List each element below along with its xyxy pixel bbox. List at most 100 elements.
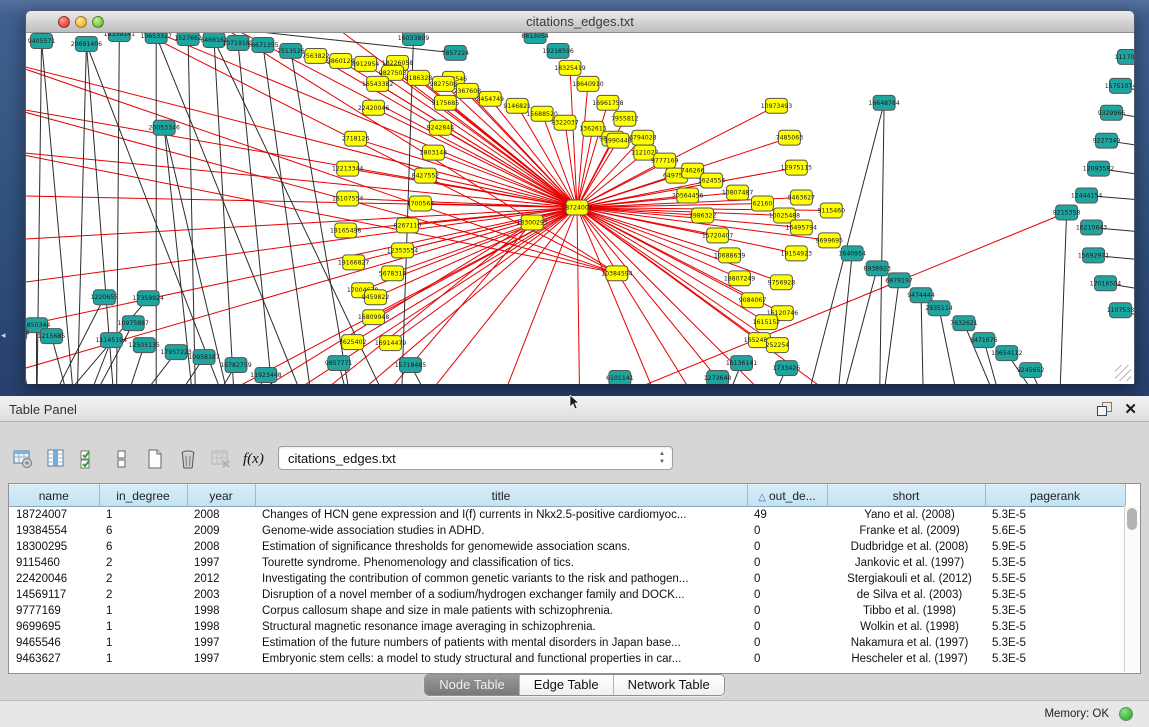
graph-node[interactable]: 15720407 (702, 228, 733, 243)
graph-node[interactable]: 10958187 (188, 350, 219, 365)
table-scrollbar-thumb[interactable] (1127, 508, 1137, 530)
graph-node[interactable]: 1640954 (838, 246, 866, 261)
graph-node[interactable]: 9459822 (362, 290, 390, 305)
graph-node[interactable]: 2718126 (342, 131, 370, 146)
float-panel-icon[interactable] (1097, 402, 1111, 415)
deselect-rows-icon[interactable] (109, 446, 135, 472)
graph-node[interactable]: 1215685 (38, 329, 66, 344)
tab-network-table[interactable]: Network Table (613, 675, 724, 695)
graph-node[interactable]: 6794028 (629, 130, 657, 145)
column-header-name[interactable]: name (9, 485, 99, 507)
delete-trash-icon[interactable] (175, 446, 201, 472)
graph-node[interactable]: 18325419 (554, 60, 585, 75)
tab-edge-table[interactable]: Edge Table (519, 675, 613, 695)
table-row[interactable]: 1830029562008Estimation of significance … (9, 539, 1125, 555)
table-row[interactable]: 1938455462009Genome-wide association stu… (9, 523, 1125, 539)
column-header-in_degree[interactable]: in_degree (99, 485, 187, 507)
graph-node[interactable]: 9756928 (768, 275, 796, 290)
graph-hub-node[interactable]: 18724007 (561, 200, 592, 215)
graph-node[interactable]: 1700564 (407, 196, 435, 211)
graph-node[interactable]: 12353554 (387, 243, 418, 258)
graph-node[interactable]: 10973493 (761, 98, 792, 113)
network-window-titlebar[interactable]: citations_edges.txt (26, 11, 1134, 33)
table-row[interactable]: 2242004622012Investigating the contribut… (9, 571, 1125, 587)
graph-node[interactable]: 252254 (766, 338, 790, 353)
graph-node[interactable]: 8322037 (551, 115, 579, 130)
graph-node[interactable]: 1117032 (1115, 49, 1134, 64)
graph-node[interactable]: 1107533 (1107, 303, 1134, 318)
graph-node[interactable]: 9860124 (327, 53, 355, 68)
graph-node[interactable]: 16809948 (358, 310, 389, 325)
table-row[interactable]: 946554611997Estimation of the future num… (9, 635, 1125, 651)
graph-node[interactable]: 2935114 (925, 301, 953, 316)
graph-node[interactable]: 17016504 (1090, 276, 1121, 291)
graph-node[interactable]: 15751074 (1105, 78, 1134, 93)
graph-node[interactable]: 18339141 (104, 33, 135, 41)
table-row[interactable]: 1872400712008Changes of HCN gene express… (9, 507, 1125, 524)
graph-node[interactable]: 1624554 (698, 173, 726, 188)
graph-node[interactable]: 20564456 (672, 188, 703, 203)
column-header-short[interactable]: short (827, 485, 985, 507)
select-all-rows-icon[interactable] (76, 446, 102, 472)
table-row[interactable]: 911546021997Tourette syndrome. Phenomeno… (9, 555, 1125, 571)
table-row[interactable]: 1456911722003Disruption of a novel membe… (9, 587, 1125, 603)
graph-node[interactable]: 22420046 (358, 100, 389, 115)
graph-node[interactable]: 8186328 (405, 70, 433, 85)
graph-node[interactable]: 1527662 (174, 33, 202, 45)
table-mode-icon[interactable] (10, 446, 36, 472)
table-selector-dropdown[interactable]: citations_edges.txt ▲▼ (278, 446, 673, 470)
graph-node[interactable]: 16648784 (868, 95, 899, 110)
graph-node[interactable]: 12444154 (1071, 188, 1102, 203)
tab-node-table[interactable]: Node Table (425, 675, 519, 695)
graph-node[interactable]: 9699695 (816, 233, 844, 248)
new-column-icon[interactable] (142, 446, 168, 472)
graph-node[interactable]: 19218596 (542, 43, 573, 58)
graph-node[interactable]: 18640910 (572, 76, 603, 91)
graph-node[interactable]: 19165498 (330, 223, 361, 238)
graph-node[interactable]: 9777169 (651, 153, 679, 168)
column-header-pagerank[interactable]: pagerank (985, 485, 1125, 507)
graph-node[interactable]: 10807487 (722, 185, 753, 200)
function-builder-icon[interactable]: f(x) (243, 451, 264, 468)
graph-node[interactable]: 62160 (752, 196, 774, 211)
graph-node[interactable]: 8215358 (1053, 205, 1081, 220)
graph-node[interactable]: 7986322 (689, 208, 717, 223)
graph-node[interactable]: 9242844 (427, 120, 455, 135)
graph-node[interactable]: 7955812 (611, 111, 639, 126)
graph-node[interactable]: 6101141 (606, 371, 634, 384)
graph-node[interactable]: 8813054 (521, 33, 549, 43)
graph-node[interactable]: 19166827 (338, 255, 369, 270)
graph-node[interactable]: 16914479 (375, 336, 406, 351)
graph-node[interactable]: 9084067 (739, 293, 767, 308)
show-columns-icon[interactable] (43, 446, 69, 472)
graph-node[interactable]: 16543382 (362, 76, 393, 91)
graph-node[interactable]: 7625402 (339, 335, 367, 350)
graph-node[interactable]: 10654112 (991, 346, 1022, 361)
graph-node[interactable]: 9175685 (432, 95, 460, 110)
graph-node[interactable]: 1615152 (753, 315, 781, 330)
graph-node[interactable]: 7513526 (277, 43, 305, 58)
graph-node[interactable]: 19154923 (781, 246, 812, 261)
graph-node[interactable]: 12213344 (332, 161, 363, 176)
graph-node[interactable]: 11145194 (96, 333, 127, 348)
window-resize-grip[interactable] (1115, 365, 1131, 381)
graph-node[interactable]: 18300295 (516, 215, 547, 230)
column-header-title[interactable]: title (255, 485, 747, 507)
column-header-out_de[interactable]: △out_de... (747, 485, 827, 507)
graph-node[interactable]: 8938923 (863, 261, 891, 276)
graph-node[interactable]: 1990448 (604, 133, 632, 148)
graph-node[interactable]: 20691406 (71, 36, 102, 51)
graph-node[interactable]: 12093582 (1083, 161, 1114, 176)
graph-node[interactable]: 12975115 (781, 160, 812, 175)
graph-node[interactable]: 6879197 (885, 273, 913, 288)
graph-node[interactable]: 7485063 (776, 130, 804, 145)
graph-node[interactable]: 20053346 (148, 120, 179, 135)
graph-node[interactable]: 16210643 (1076, 220, 1107, 235)
graph-node[interactable]: 10384594 (601, 266, 632, 281)
graph-node[interactable]: 2803144 (420, 145, 448, 160)
graph-node[interactable]: 16136141 (726, 356, 757, 371)
graph-node[interactable]: 16033809 (398, 33, 429, 45)
graph-node[interactable]: 8454749 (477, 91, 505, 106)
graph-node[interactable]: 1273648 (704, 371, 732, 384)
close-panel-icon[interactable]: ✕ (1124, 400, 1137, 418)
